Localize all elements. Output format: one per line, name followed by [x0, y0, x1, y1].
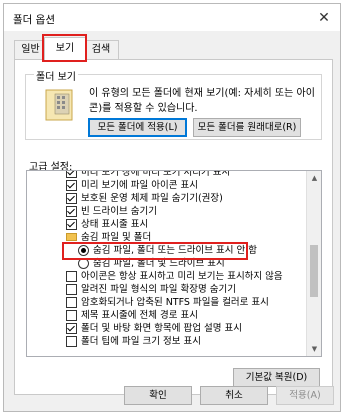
title-bar: 폴더 옵션 ✕	[4, 4, 340, 31]
apply-button[interactable]: 적용(A)	[276, 386, 334, 405]
list-item-label: 숨김 파일 및 폴더	[81, 232, 152, 243]
checkbox[interactable]	[66, 180, 77, 191]
list-item-label: 보호된 운영 체제 파일 숨기기(권장)	[81, 193, 223, 204]
ok-button[interactable]: 확인	[124, 386, 192, 405]
cancel-button[interactable]: 취소	[200, 386, 268, 405]
checkbox[interactable]	[66, 271, 77, 282]
folder-options-dialog: 폴더 옵션 ✕ 일반 보기 검색 폴더 보기 이 유형의 모든 폴더에 현재 보…	[3, 3, 341, 412]
checkbox[interactable]	[66, 310, 77, 321]
reset-all-folders-button[interactable]: 모든 폴더를 원래대로(R)	[193, 118, 301, 137]
advanced-settings-list[interactable]: 미리 보기 창에 미리 보기 처리기 표시 미리 보기에 파일 아이콘 표시 보…	[26, 170, 322, 357]
apply-to-all-folders-button[interactable]: 모든 폴더에 적용(L)	[88, 118, 187, 137]
scroll-down-arrow-icon[interactable]: ▼	[307, 342, 321, 356]
list-item-label: 미리 보기에 파일 아이콘 표시	[81, 180, 198, 191]
list-item-label: 숨김 파일, 폴더 또는 드라이브 표시 안 함	[93, 245, 257, 256]
checkbox[interactable]	[66, 206, 77, 217]
folder-view-icon	[45, 89, 73, 121]
advanced-settings-items: 미리 보기 창에 미리 보기 처리기 표시 미리 보기에 파일 아이콘 표시 보…	[27, 171, 307, 356]
checkbox[interactable]	[66, 297, 77, 308]
folder-icon	[66, 233, 77, 241]
checkbox[interactable]	[66, 171, 77, 178]
list-item-label: 암호화되거나 압축된 NTFS 파일을 컬러로 표시	[81, 297, 269, 308]
checkbox[interactable]	[66, 219, 77, 230]
list-item-label: 폴더 팁에 파일 크기 정보 표시	[81, 336, 201, 347]
restore-defaults-button[interactable]: 기본값 복원(D)	[233, 368, 320, 387]
list-item-label: 알려진 파일 형식의 파일 확장명 숨기기	[81, 284, 236, 295]
list-item-label: 제목 표시줄에 전체 경로 표시	[81, 310, 198, 321]
vertical-scrollbar[interactable]: ▲ ▼	[306, 171, 321, 356]
folder-view-group: 폴더 보기 이 유형의 모든 폴더에 현재 보기(예: 자세히 또는 아이콘)를…	[25, 68, 322, 140]
checkbox[interactable]	[66, 336, 77, 347]
list-item-label: 미리 보기 창에 미리 보기 처리기 표시	[81, 171, 231, 178]
checkbox[interactable]	[66, 284, 77, 295]
list-item-label: 빈 드라이브 숨기기	[81, 206, 157, 217]
list-item-label: 아이콘은 항상 표시하고 미리 보기는 표시하지 않음	[81, 271, 283, 282]
list-item-label: 폴더 및 바탕 화면 항목에 팝업 설명 표시	[81, 323, 242, 334]
folder-view-label: 폴더 보기	[34, 68, 78, 83]
list-item-label: 상태 표시줄 표시	[81, 219, 149, 230]
folder-view-description: 이 유형의 모든 폴더에 현재 보기(예: 자세히 또는 아이콘)를 적용할 수…	[89, 88, 315, 114]
close-icon[interactable]: ✕	[314, 8, 334, 28]
checkbox[interactable]	[66, 193, 77, 204]
view-tab-panel: 폴더 보기 이 유형의 모든 폴더에 현재 보기(예: 자세히 또는 아이콘)를…	[14, 59, 333, 395]
radio-button[interactable]	[78, 258, 89, 269]
scroll-up-arrow-icon[interactable]: ▲	[307, 171, 321, 185]
checkbox[interactable]	[66, 323, 77, 334]
tab-view[interactable]: 보기	[44, 37, 86, 60]
tab-search[interactable]: 검색	[83, 40, 119, 59]
radio-button[interactable]	[78, 245, 89, 256]
list-item-label: 숨김 파일, 폴더 및 드라이브 표시	[93, 258, 225, 269]
window-title: 폴더 옵션	[13, 14, 55, 26]
scroll-thumb[interactable]	[310, 245, 318, 297]
tab-general[interactable]: 일반	[14, 40, 47, 59]
